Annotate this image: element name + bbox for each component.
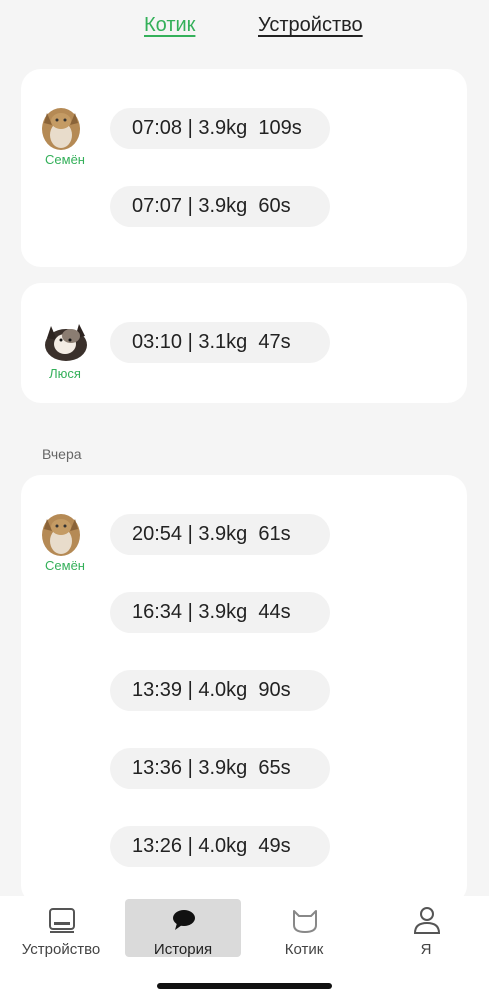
nav-history[interactable]: История bbox=[125, 899, 241, 958]
history-card: Семён 07:08 | 3.9kg 109s 07:07 | 3.9kg 6… bbox=[21, 69, 467, 267]
chat-bubble-icon bbox=[173, 910, 195, 930]
history-card: Семён 20:54 | 3.9kg 61s 16:34 | 3.9kg 44… bbox=[21, 475, 467, 905]
feeding-record[interactable]: 20:54 | 3.9kg 61s bbox=[110, 514, 330, 555]
cat-name: Семён bbox=[45, 558, 85, 573]
tab-device[interactable]: Устройство bbox=[258, 14, 363, 37]
feeding-record[interactable]: 07:07 | 3.9kg 60s bbox=[110, 186, 330, 227]
cat-name: Люся bbox=[49, 366, 81, 381]
cat-avatar-semyon[interactable] bbox=[41, 105, 81, 151]
device-icon bbox=[49, 908, 75, 933]
feeding-record[interactable]: 03:10 | 3.1kg 47s bbox=[110, 322, 330, 363]
nav-device[interactable]: Устройство bbox=[3, 899, 119, 958]
home-indicator bbox=[157, 983, 332, 989]
nav-label: История bbox=[153, 941, 213, 958]
cat-name: Семён bbox=[45, 152, 85, 167]
nav-me[interactable]: Я bbox=[368, 899, 484, 958]
cat-avatar-semyon[interactable] bbox=[41, 511, 81, 557]
section-label-yesterday: Вчера bbox=[42, 446, 82, 462]
nav-label: Я bbox=[420, 941, 432, 958]
nav-label: Устройство bbox=[21, 941, 101, 958]
person-icon bbox=[413, 907, 441, 934]
nav-cat[interactable]: Котик bbox=[246, 899, 362, 958]
cat-icon bbox=[293, 910, 317, 933]
history-card: Люся 03:10 | 3.1kg 47s bbox=[21, 283, 467, 403]
tab-cat[interactable]: Котик bbox=[144, 14, 195, 37]
cat-avatar-lyusya[interactable] bbox=[43, 318, 89, 364]
feeding-record[interactable]: 13:36 | 3.9kg 65s bbox=[110, 748, 330, 789]
feeding-record[interactable]: 13:39 | 4.0kg 90s bbox=[110, 670, 330, 711]
top-tabs: Котик Устройство bbox=[0, 14, 489, 46]
feeding-record[interactable]: 07:08 | 3.9kg 109s bbox=[110, 108, 330, 149]
feeding-record[interactable]: 13:26 | 4.0kg 49s bbox=[110, 826, 330, 867]
feeding-record[interactable]: 16:34 | 3.9kg 44s bbox=[110, 592, 330, 633]
nav-label: Котик bbox=[284, 941, 324, 958]
